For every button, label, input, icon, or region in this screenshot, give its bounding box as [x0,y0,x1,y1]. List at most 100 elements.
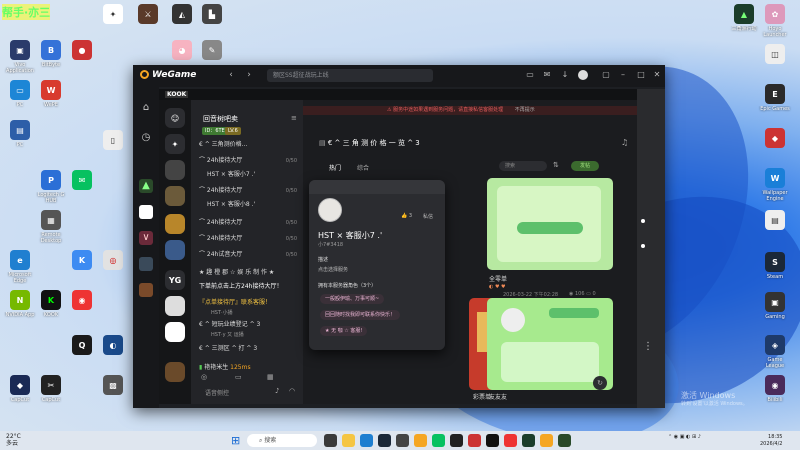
desktop-icon[interactable]: ⚔ [131,4,165,44]
desktop-icon[interactable]: ✉ [65,170,99,210]
server-icon[interactable] [165,362,185,382]
tray-icons[interactable]: ⌃ ◉ ▣ ◐ ⊞ ♪ [668,434,701,440]
channel-item[interactable]: € ^ 三测区 ^ 打 ^ 3 [199,344,299,354]
game-icon[interactable] [139,257,153,271]
desktop-icon[interactable]: W WePE [34,80,68,120]
delta-force-icon[interactable] [522,434,535,447]
server-icon[interactable]: YG [165,270,185,290]
kook-icon[interactable] [486,434,499,447]
channel-item[interactable]: 下单前点击上方24h接待大厅！ [199,282,299,292]
desktop-icon[interactable]: W Wallpaper Engine [758,168,792,208]
desktop-icon[interactable]: ◉ Bilibili [758,375,792,415]
discord-icon[interactable]: ☺ [165,108,185,128]
desktop-icon[interactable]: ▣ Vivo Application [3,40,37,80]
channel-member[interactable]: HST·小播 [199,308,311,318]
menu-icon[interactable]: ≡ [291,114,297,122]
steam-icon[interactable] [378,434,391,447]
headset-icon[interactable]: ◠ [289,387,295,395]
desktop-icon[interactable]: ✂ CapCut [34,375,68,415]
channel-member[interactable]: HST × 客服小8 .' [199,200,307,210]
desktop-icon[interactable]: ✿ Hoyo Launcher [758,4,792,44]
home-icon[interactable]: ⌂ [139,101,153,115]
server-icon[interactable] [165,214,185,234]
desktop-icon[interactable]: ◆ [758,128,792,168]
maximize-icon[interactable]: □ [636,70,646,80]
mail-icon[interactable]: ✉ [542,70,552,80]
desktop-icon[interactable]: E Epic Games [758,84,792,124]
refresh-icon[interactable]: ↻ [593,376,607,390]
desktop-icon[interactable]: ▤ [758,210,792,250]
avatar[interactable] [318,198,342,222]
clock-icon[interactable]: ◷ [139,131,153,145]
download-icon[interactable]: ↓ [560,70,570,80]
message-icon[interactable]: ▭ [525,70,535,80]
channel-member[interactable]: HST × 客服小7 .' [199,170,307,180]
wechat-icon[interactable] [432,434,445,447]
post-card[interactable] [487,298,613,390]
desktop-icon[interactable]: B BitByte [34,40,68,80]
server-icon[interactable] [165,186,185,206]
desktop-icon[interactable]: Q [65,335,99,375]
post-title[interactable]: 全零单 [489,274,507,283]
delta-force-icon[interactable]: ▲ [139,179,153,193]
minimize-icon[interactable]: – [618,70,628,80]
desktop-icon[interactable]: ▣ Gaming [758,292,792,332]
new-post-button[interactable]: 发帖 [571,161,599,171]
app-icon[interactable] [468,434,481,447]
post-card[interactable] [487,178,613,270]
wegame-logo[interactable]: WeGame [140,70,196,80]
desktop-icon[interactable]: ◭ [165,4,199,44]
desktop-icon[interactable]: ▯ [96,130,130,170]
channel-item[interactable]: € ^ 短玩业绩登记 ^ 3 [199,320,299,330]
forum-search-input[interactable]: 搜索 [499,161,547,171]
sparkle-icon[interactable]: ✦ [165,134,185,154]
desktop-icon[interactable]: N NVIDIA App [3,290,37,330]
netease-icon[interactable] [504,434,517,447]
mic-icon[interactable]: ◎ [201,373,207,381]
channel-member[interactable]: HST·y 又 运播 [199,330,311,340]
post-author[interactable]: ◐ ♥ ♥ [489,284,506,290]
channel-item[interactable]: ⌒ 24h试音大厅 0/50 [199,250,299,260]
desktop-icon[interactable]: ◉ [65,290,99,330]
channel-item[interactable]: ⌒ 24h接待大厅 0/50 [199,156,299,166]
desktop-icon[interactable]: S Steam [758,252,792,292]
desktop-icon[interactable]: ▤ PC [3,120,37,160]
desktop-icon[interactable]: K KOOK [34,290,68,330]
desktop-icon[interactable]: ▩ [96,375,130,415]
desktop-icon[interactable]: K [65,250,99,290]
wegame-icon[interactable] [540,434,553,447]
server-icon[interactable] [165,160,185,180]
channel-item[interactable]: ⌒ 24h接待大厅 0/50 [199,234,299,244]
channel-item[interactable]: € ^ 三角测价格... [199,140,299,150]
desktop-icon[interactable]: ▦ Remote Desktop [34,210,68,250]
wegame-icon[interactable] [414,434,427,447]
edge-icon[interactable] [360,434,373,447]
desktop-icon[interactable]: ◈ Game League [758,335,792,375]
clock[interactable]: 18:35 2026/4/2 [760,434,782,448]
desktop-icon[interactable]: ▲ 三角洲行动 [727,4,761,44]
desktop-icon[interactable]: ▙ [195,4,229,44]
friend-count[interactable]: 👍 3 [401,213,412,219]
taskbar-search-input[interactable]: ⌕ 搜索 [247,434,317,447]
tab-hot[interactable]: 热门 [329,163,341,172]
menu-icon[interactable]: ▢ [601,70,611,80]
desktop-icon[interactable]: ✦ [96,4,130,44]
desktop-icon[interactable]: P Logitech G HUB [34,170,68,210]
channel-item[interactable]: ⌒ 24h接待大厅 0/50 [199,218,299,228]
task-view-icon[interactable] [324,434,337,447]
back-icon[interactable]: ‹ [226,70,236,80]
post-title[interactable]: 友友友 [489,392,507,401]
avatar[interactable] [578,70,588,80]
wegame-search-input[interactable]: 额区SS超征战玩上线 [267,69,433,82]
file-explorer-icon[interactable] [342,434,355,447]
forward-icon[interactable]: › [244,70,254,80]
more-icon[interactable]: ⋮ [643,341,653,352]
desktop-icon[interactable]: ◆ CapCut [3,375,37,415]
start-icon[interactable]: ⊞ [231,434,240,447]
desktop-icon[interactable]: e Microsoft Edge [3,250,37,290]
bell-icon[interactable]: ♫ [621,138,628,147]
desktop-icon[interactable]: ◎ [96,250,130,290]
dismiss-button[interactable]: 不再提示 [515,107,535,113]
game-icon[interactable] [558,434,571,447]
server-icon[interactable] [165,322,185,342]
